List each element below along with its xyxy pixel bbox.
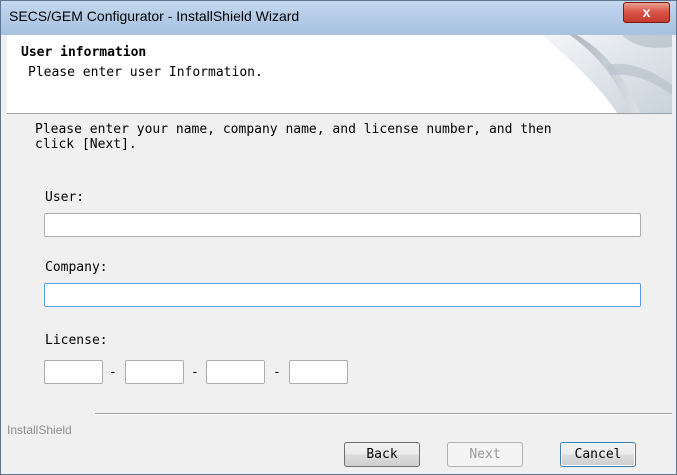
license-part-2-input[interactable]	[125, 360, 184, 384]
window-title: SECS/GEM Configurator - InstallShield Wi…	[9, 8, 300, 24]
license-part-4-input[interactable]	[289, 360, 348, 384]
header-decoration-icon	[542, 35, 672, 113]
close-icon: x	[642, 4, 651, 20]
instructions-line-1: Please enter your name, company name, an…	[35, 122, 552, 137]
license-dash-3: -	[273, 365, 281, 380]
page-title: User information	[21, 45, 147, 60]
instructions-line-2: click [Next].	[35, 137, 137, 152]
title-bar[interactable]: SECS/GEM Configurator - InstallShield Wi…	[1, 1, 676, 35]
installshield-brand: InstallShield	[7, 423, 72, 437]
company-input[interactable]	[44, 283, 641, 307]
company-label: Company:	[45, 260, 108, 275]
license-part-3-input[interactable]	[206, 360, 265, 384]
page-subtitle: Please enter user Information.	[28, 65, 263, 80]
license-label: License:	[45, 333, 108, 348]
license-dash-1: -	[109, 365, 117, 380]
instructions-text: Please enter your name, company name, an…	[35, 122, 595, 152]
license-part-1-input[interactable]	[44, 360, 103, 384]
wizard-header: User information Please enter user Infor…	[7, 35, 672, 114]
license-dash-2: -	[191, 365, 199, 380]
footer-divider	[95, 413, 672, 415]
close-button[interactable]: x	[623, 2, 670, 23]
user-input[interactable]	[44, 213, 641, 237]
user-label: User:	[45, 190, 85, 205]
back-button[interactable]: Back	[344, 442, 420, 467]
installer-window: SECS/GEM Configurator - InstallShield Wi…	[0, 0, 677, 475]
cancel-button[interactable]: Cancel	[560, 442, 636, 467]
next-button[interactable]: Next	[447, 442, 523, 467]
wizard-client-area: User information Please enter user Infor…	[7, 35, 672, 470]
